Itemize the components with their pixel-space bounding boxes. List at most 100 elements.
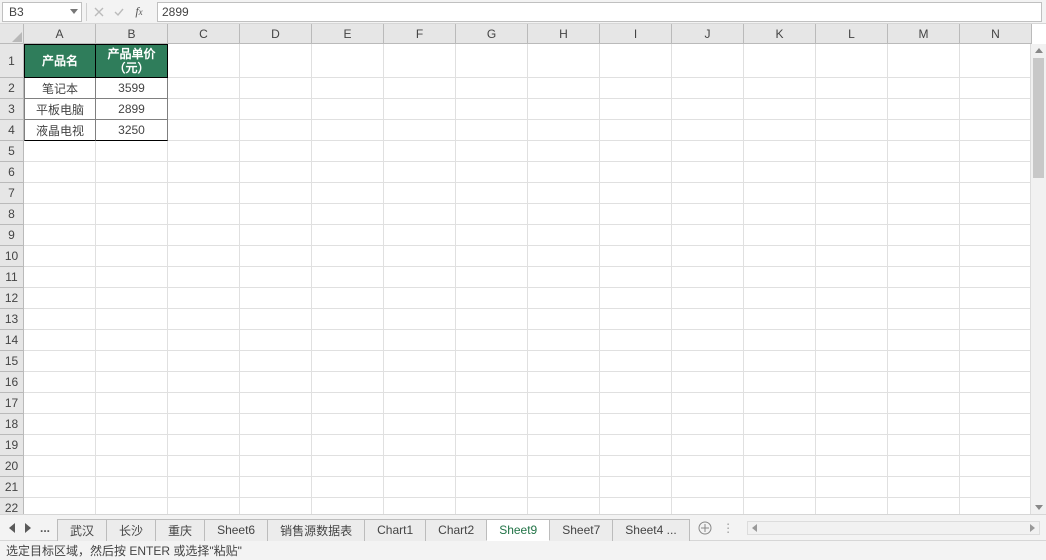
cell[interactable] (672, 267, 744, 288)
name-box[interactable]: B3 (2, 2, 82, 22)
cell[interactable] (528, 99, 600, 120)
cell[interactable] (744, 162, 816, 183)
cell[interactable] (456, 477, 528, 498)
cell[interactable] (96, 288, 168, 309)
cell[interactable] (24, 414, 96, 435)
cell[interactable] (960, 288, 1032, 309)
cell[interactable] (240, 141, 312, 162)
cell[interactable] (312, 99, 384, 120)
cell[interactable] (24, 246, 96, 267)
cell[interactable] (744, 414, 816, 435)
cell[interactable] (384, 498, 456, 514)
cell[interactable] (744, 99, 816, 120)
cell[interactable] (528, 309, 600, 330)
cell[interactable] (384, 435, 456, 456)
cell[interactable] (384, 267, 456, 288)
cell[interactable]: 平板电脑 (24, 99, 96, 120)
cell[interactable] (168, 183, 240, 204)
cell[interactable] (672, 99, 744, 120)
cell[interactable] (744, 78, 816, 99)
cell[interactable] (96, 141, 168, 162)
cell[interactable] (24, 330, 96, 351)
cell[interactable] (240, 351, 312, 372)
cell[interactable] (816, 372, 888, 393)
column-header[interactable]: H (528, 24, 600, 44)
cell[interactable] (888, 477, 960, 498)
cell[interactable] (168, 267, 240, 288)
cell[interactable] (456, 288, 528, 309)
cell[interactable] (168, 456, 240, 477)
cell[interactable] (888, 309, 960, 330)
cell[interactable] (888, 183, 960, 204)
cell[interactable] (168, 288, 240, 309)
cell[interactable] (528, 288, 600, 309)
cell[interactable] (240, 78, 312, 99)
cell[interactable] (744, 183, 816, 204)
cell[interactable] (96, 162, 168, 183)
cell[interactable] (744, 351, 816, 372)
cell[interactable] (672, 204, 744, 225)
cell[interactable] (672, 120, 744, 141)
cell[interactable] (456, 351, 528, 372)
cell[interactable] (960, 141, 1032, 162)
cell[interactable] (600, 435, 672, 456)
cell[interactable] (312, 162, 384, 183)
sheet-tab[interactable]: Chart2 (425, 519, 487, 541)
cell[interactable] (384, 141, 456, 162)
cell[interactable] (960, 162, 1032, 183)
column-header[interactable]: F (384, 24, 456, 44)
column-header[interactable]: L (816, 24, 888, 44)
cell[interactable] (960, 183, 1032, 204)
cell[interactable] (744, 204, 816, 225)
cell[interactable] (816, 162, 888, 183)
cell[interactable] (384, 288, 456, 309)
formula-input[interactable]: 2899 (157, 2, 1042, 22)
cell[interactable] (240, 44, 312, 78)
column-header[interactable]: K (744, 24, 816, 44)
cell[interactable] (816, 435, 888, 456)
cell[interactable] (528, 225, 600, 246)
cell[interactable] (960, 456, 1032, 477)
cell[interactable] (168, 351, 240, 372)
cell[interactable] (672, 44, 744, 78)
worksheet-grid[interactable]: ABCDEFGHIJKLMN 1234567891011121314151617… (0, 24, 1046, 514)
cell[interactable] (600, 246, 672, 267)
cell[interactable] (600, 498, 672, 514)
cell[interactable] (24, 372, 96, 393)
sheet-tab[interactable]: Sheet6 (204, 519, 268, 541)
cell[interactable] (96, 456, 168, 477)
cell[interactable] (168, 141, 240, 162)
cell[interactable] (600, 477, 672, 498)
cell[interactable] (312, 477, 384, 498)
cell[interactable] (672, 141, 744, 162)
cell[interactable] (960, 267, 1032, 288)
cell[interactable] (528, 267, 600, 288)
cell[interactable] (96, 393, 168, 414)
select-all-corner[interactable] (0, 24, 24, 44)
cell[interactable] (240, 435, 312, 456)
cell[interactable] (600, 225, 672, 246)
cell[interactable] (168, 435, 240, 456)
cell[interactable] (600, 351, 672, 372)
cell[interactable] (456, 44, 528, 78)
cell[interactable] (960, 99, 1032, 120)
cell[interactable] (240, 414, 312, 435)
cell[interactable] (96, 351, 168, 372)
cell[interactable] (384, 393, 456, 414)
cell[interactable] (960, 498, 1032, 514)
cell[interactable] (744, 435, 816, 456)
cell[interactable] (24, 456, 96, 477)
scroll-up-icon[interactable] (1031, 44, 1046, 58)
cell[interactable] (744, 225, 816, 246)
cell[interactable] (240, 477, 312, 498)
cell[interactable] (240, 456, 312, 477)
cell[interactable] (24, 435, 96, 456)
cell[interactable] (888, 435, 960, 456)
cell[interactable] (456, 204, 528, 225)
cell[interactable] (384, 99, 456, 120)
cell[interactable] (456, 183, 528, 204)
column-header[interactable]: B (96, 24, 168, 44)
cell[interactable] (744, 456, 816, 477)
cell[interactable]: 产品单价（元） (96, 44, 168, 78)
row-header[interactable]: 17 (0, 393, 24, 414)
